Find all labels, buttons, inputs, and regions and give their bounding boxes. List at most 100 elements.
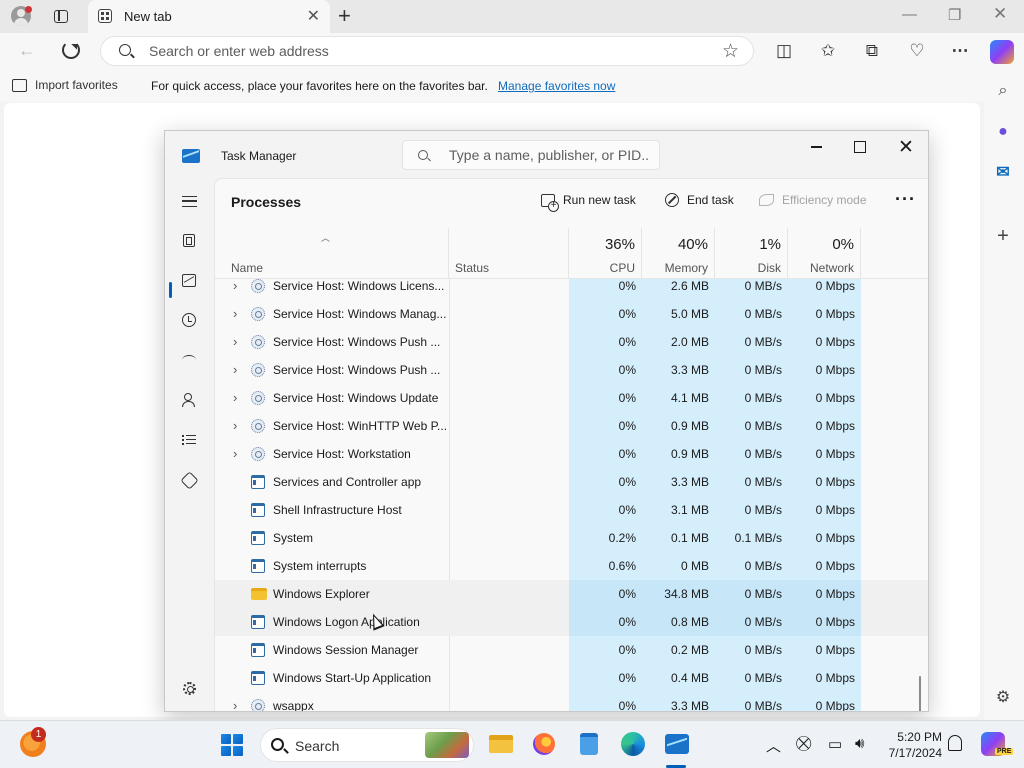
expand-chevron-icon[interactable]: › bbox=[233, 300, 237, 328]
close-tab-icon[interactable]: ✕ bbox=[307, 6, 320, 26]
process-row[interactable]: › Service Host: WinHTTP Web P... 0% 0.9 MB 0… bbox=[215, 412, 928, 440]
process-disk-cell: 0 MB/s bbox=[715, 636, 788, 664]
process-network-cell: 0 Mbps bbox=[788, 664, 861, 692]
more-options-button[interactable]: ··· bbox=[895, 189, 916, 210]
back-button[interactable]: ← bbox=[18, 40, 36, 61]
column-header-status[interactable]: Status bbox=[449, 228, 569, 278]
refresh-button[interactable] bbox=[62, 41, 80, 59]
process-row[interactable]: › Service Host: Windows Update 0% 4.1 MB 0 M… bbox=[215, 384, 928, 412]
tm-minimize-button[interactable] bbox=[796, 135, 836, 159]
search-icon bbox=[119, 44, 131, 56]
copilot-icon[interactable] bbox=[990, 40, 1014, 64]
volume-icon[interactable]: 🔊︎ bbox=[855, 735, 864, 752]
tab-actions-button[interactable] bbox=[50, 6, 72, 26]
show-hidden-icons-chevron-icon[interactable]: ︿ bbox=[766, 735, 781, 756]
process-row[interactable]: › Service Host: Windows Licens... 0% 2.6 MB… bbox=[215, 279, 928, 300]
taskbar-search-box[interactable]: Search bbox=[260, 728, 474, 762]
expand-chevron-icon[interactable]: › bbox=[233, 279, 237, 300]
process-search-input[interactable] bbox=[449, 147, 649, 163]
expand-chevron-icon[interactable]: › bbox=[233, 384, 237, 412]
process-row[interactable]: › Service Host: Workstation 0% 0.9 MB 0 MB/s… bbox=[215, 440, 928, 468]
favorites-button[interactable]: ✩ bbox=[817, 40, 839, 62]
process-name-cell: › Service Host: WinHTTP Web P... bbox=[215, 412, 449, 440]
column-header-disk[interactable]: 1% Disk bbox=[715, 228, 788, 278]
column-header-cpu[interactable]: 36% CPU bbox=[569, 228, 642, 278]
process-search-box[interactable] bbox=[402, 140, 660, 170]
taskbar-task-manager[interactable] bbox=[662, 729, 692, 759]
nav-startup-apps[interactable] bbox=[175, 346, 203, 374]
restore-window-button[interactable]: ❐ bbox=[948, 6, 961, 24]
nav-processes[interactable] bbox=[175, 226, 203, 254]
taskbar-firefox[interactable] bbox=[529, 729, 559, 759]
profile-button[interactable] bbox=[10, 6, 32, 26]
expand-chevron-icon[interactable]: › bbox=[233, 328, 237, 356]
process-cpu-cell: 0% bbox=[569, 440, 642, 468]
nav-users[interactable] bbox=[175, 386, 203, 414]
process-row[interactable]: Windows Start-Up Application 0% 0.4 MB 0 MB… bbox=[215, 664, 928, 692]
process-row[interactable]: › wsappx 0% 3.3 MB 0 MB/s 0 Mbps bbox=[215, 692, 928, 711]
sidebar-search-icon[interactable]: ⌕ bbox=[992, 80, 1014, 102]
windows-taskbar: 1 Search ︿ ⛒ ▭ 🔊︎ 5:20 PM 7/17/2024 PRE bbox=[0, 720, 1024, 768]
process-row[interactable]: Windows Logon Application 0% 0.8 MB 0 MB/s 0… bbox=[215, 608, 928, 636]
system-clock[interactable]: 5:20 PM 7/17/2024 bbox=[880, 729, 942, 761]
address-bar[interactable]: ☆ bbox=[100, 36, 754, 66]
nav-details[interactable] bbox=[175, 426, 203, 454]
sidebar-add-icon[interactable]: + bbox=[992, 225, 1014, 247]
collections-button[interactable]: ⧉ bbox=[861, 40, 883, 62]
process-row[interactable]: System 0.2% 0.1 MB 0.1 MB/s 0 Mbps bbox=[215, 524, 928, 552]
start-button[interactable] bbox=[221, 734, 243, 756]
tm-close-button[interactable]: ✕ bbox=[886, 135, 926, 159]
minimize-window-button[interactable]: — bbox=[902, 6, 917, 23]
column-header-network[interactable]: 0% Network bbox=[788, 228, 861, 278]
address-input[interactable] bbox=[149, 43, 709, 59]
nav-services[interactable] bbox=[175, 466, 203, 494]
page-title: Processes bbox=[231, 194, 302, 210]
import-favorites-button[interactable]: Import favorites bbox=[12, 78, 118, 92]
tab-new-tab[interactable]: New tab ✕ bbox=[88, 0, 330, 33]
expand-chevron-icon[interactable]: › bbox=[233, 412, 237, 440]
network-disconnected-icon[interactable]: ⛒ bbox=[796, 735, 811, 752]
nav-performance[interactable] bbox=[175, 266, 203, 294]
efficiency-mode-button[interactable]: Efficiency mode bbox=[759, 193, 867, 207]
manage-favorites-link[interactable]: Manage favorites now bbox=[498, 79, 615, 93]
taskbar-file-explorer[interactable] bbox=[486, 729, 516, 759]
close-window-button[interactable]: ✕ bbox=[993, 4, 1007, 24]
taskbar-edge[interactable] bbox=[618, 729, 648, 759]
expand-chevron-icon[interactable]: › bbox=[233, 356, 237, 384]
display-icon[interactable]: ▭ bbox=[828, 735, 842, 753]
tm-menu-button[interactable] bbox=[175, 187, 203, 215]
add-favorite-star-icon[interactable]: ☆ bbox=[722, 40, 739, 63]
run-new-task-button[interactable]: Run new task bbox=[541, 193, 636, 212]
process-row[interactable]: › Service Host: Windows Push ... 0% 2.0 MB 0… bbox=[215, 328, 928, 356]
sidebar-outlook-icon[interactable]: ✉ bbox=[992, 161, 1014, 183]
split-screen-button[interactable]: ◫ bbox=[773, 40, 795, 62]
memory-total-percent: 40% bbox=[677, 236, 708, 253]
nav-settings[interactable] bbox=[175, 674, 203, 702]
taskbar-notepad[interactable] bbox=[574, 729, 604, 759]
end-task-button[interactable]: End task bbox=[665, 193, 734, 207]
expand-chevron-icon[interactable]: › bbox=[233, 440, 237, 468]
settings-and-more-button[interactable]: ⋯ bbox=[949, 40, 971, 62]
tm-maximize-button[interactable] bbox=[840, 135, 880, 159]
column-header-name[interactable]: ︿ Name bbox=[215, 228, 449, 278]
process-row[interactable]: › Service Host: Windows Manag... 0% 5.0 MB 0… bbox=[215, 300, 928, 328]
process-row[interactable]: Shell Infrastructure Host 0% 3.1 MB 0 MB/s 0… bbox=[215, 496, 928, 524]
column-header-memory[interactable]: 40% Memory bbox=[642, 228, 715, 278]
process-network-cell: 0 Mbps bbox=[788, 300, 861, 328]
sidebar-m365-icon[interactable]: ● bbox=[992, 121, 1014, 143]
process-row[interactable]: Services and Controller app 0% 3.3 MB 0 MB/… bbox=[215, 468, 928, 496]
process-row[interactable]: Windows Explorer 0% 34.8 MB 0 MB/s 0 Mbps bbox=[215, 580, 928, 608]
tab-title: New tab bbox=[124, 9, 172, 24]
nav-app-history[interactable] bbox=[175, 306, 203, 334]
browser-essentials-button[interactable]: ♡ bbox=[906, 40, 928, 62]
notification-bell-icon[interactable] bbox=[948, 735, 962, 751]
process-disk-cell: 0 MB/s bbox=[715, 356, 788, 384]
expand-chevron-icon[interactable]: › bbox=[233, 692, 237, 711]
process-disk-cell: 0 MB/s bbox=[715, 580, 788, 608]
process-row[interactable]: System interrupts 0.6% 0 MB 0 MB/s 0 Mbps bbox=[215, 552, 928, 580]
process-row[interactable]: Windows Session Manager 0% 0.2 MB 0 MB/s 0 M… bbox=[215, 636, 928, 664]
new-tab-button[interactable]: + bbox=[338, 3, 351, 29]
process-list-scrollbar[interactable] bbox=[919, 676, 921, 711]
process-row[interactable]: › Service Host: Windows Push ... 0% 3.3 MB 0… bbox=[215, 356, 928, 384]
sidebar-settings-icon[interactable]: ⚙ bbox=[992, 686, 1014, 708]
